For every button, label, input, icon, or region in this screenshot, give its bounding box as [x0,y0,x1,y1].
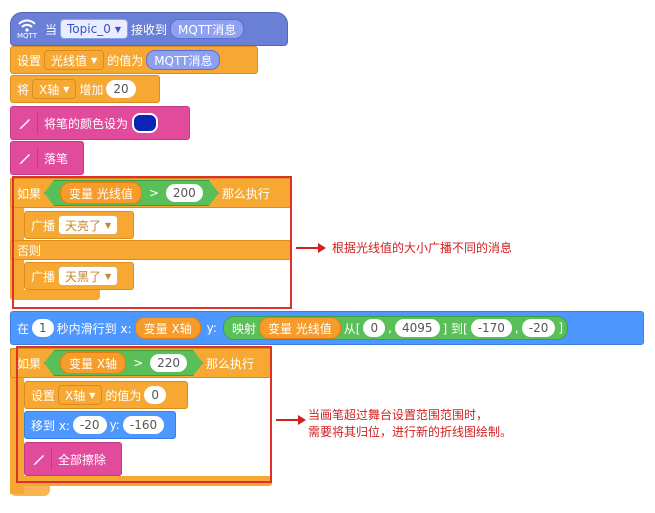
close-bracket: ] [558,321,564,335]
light-variable-reporter-2[interactable]: 变量 光线值 [258,317,341,339]
highlight-box-2 [16,346,272,483]
mqtt-wifi-icon: MQTT [17,18,37,40]
map-from-low-input[interactable]: 0 [363,319,386,337]
set-pen-color-block[interactable]: 将笔的颜色设为 [10,106,190,140]
increase-text: 增加 [79,82,104,97]
map-to-high-input[interactable]: -20 [521,319,556,337]
annotation-arrow-2 [276,415,306,425]
set-light-value-block[interactable]: 设置 光线值 ▼ 的值为 MQTT消息 [10,46,258,74]
value-of-text: 的值为 [107,53,144,68]
annotation-note-2-line-2: 需要将其归位，进行新的折线图绘制。 [308,425,513,439]
map-text: 映射 [231,321,256,336]
to-text: ] 到[ [442,321,468,336]
highlight-box-1 [12,176,292,309]
comma-2: , [514,321,519,335]
map-to-low-input[interactable]: -170 [470,319,512,337]
light-var-dropdown[interactable]: 光线值 ▼ [44,50,105,70]
map-from-high-input[interactable]: 4095 [394,319,440,337]
pen-icon-2 [13,147,38,169]
mqtt-message-reporter[interactable]: MQTT消息 [170,19,245,39]
script-end-cap [10,486,50,496]
glide-seconds-input[interactable]: 1 [32,319,54,337]
hat-received-text: 接收到 [131,22,168,37]
at-text: 在 [17,321,30,336]
set-text: 设置 [17,53,42,68]
annotation-note-2: 当画笔超过舞台设置范围范围时， 需要将其归位，进行新的折线图绘制。 [308,407,512,441]
comma-1: , [388,321,392,335]
pen-color-label: 将笔的颜色设为 [44,116,129,131]
glide-x-label: 秒内滑行到 x: [56,321,132,336]
change-x-block[interactable]: 将 X轴 ▼ 增加 20 [10,75,160,103]
mqtt-hat-block[interactable]: MQTT 当 Topic_0 ▼ 接收到 MQTT消息 [10,12,288,46]
pen-down-label: 落笔 [44,151,69,166]
from-text: 从[ [343,321,361,336]
pen-color-swatch[interactable] [132,113,159,133]
mqtt-icon-label: MQTT [17,32,37,40]
annotation-arrow-1 [296,243,326,253]
topic-dropdown[interactable]: Topic_0 ▼ [60,19,128,39]
glide-y-label: y: [206,321,217,335]
hat-when-text: 当 [45,22,58,37]
x-axis-dropdown[interactable]: X轴 ▼ [32,79,77,99]
x-axis-variable-reporter[interactable]: 变量 X轴 [134,317,201,339]
glide-to-xy-block[interactable]: 在 1 秒内滑行到 x: 变量 X轴 y: 映射 变量 光线值 从[ 0 , 4… [10,311,644,345]
increase-amount-input[interactable]: 20 [106,80,136,98]
annotation-note-2-line-1: 当画笔超过舞台设置范围范围时， [308,408,489,422]
change-text: 将 [17,82,30,97]
mqtt-message-reporter-2[interactable]: MQTT消息 [146,50,221,70]
pen-down-block[interactable]: 落笔 [10,141,84,175]
pen-icon [13,112,38,134]
map-operator[interactable]: 映射 变量 光线值 从[ 0 , 4095 ] 到[ -170 , -20 ] [222,316,569,340]
annotation-note-1: 根据光线值的大小广播不同的消息 [332,241,513,255]
